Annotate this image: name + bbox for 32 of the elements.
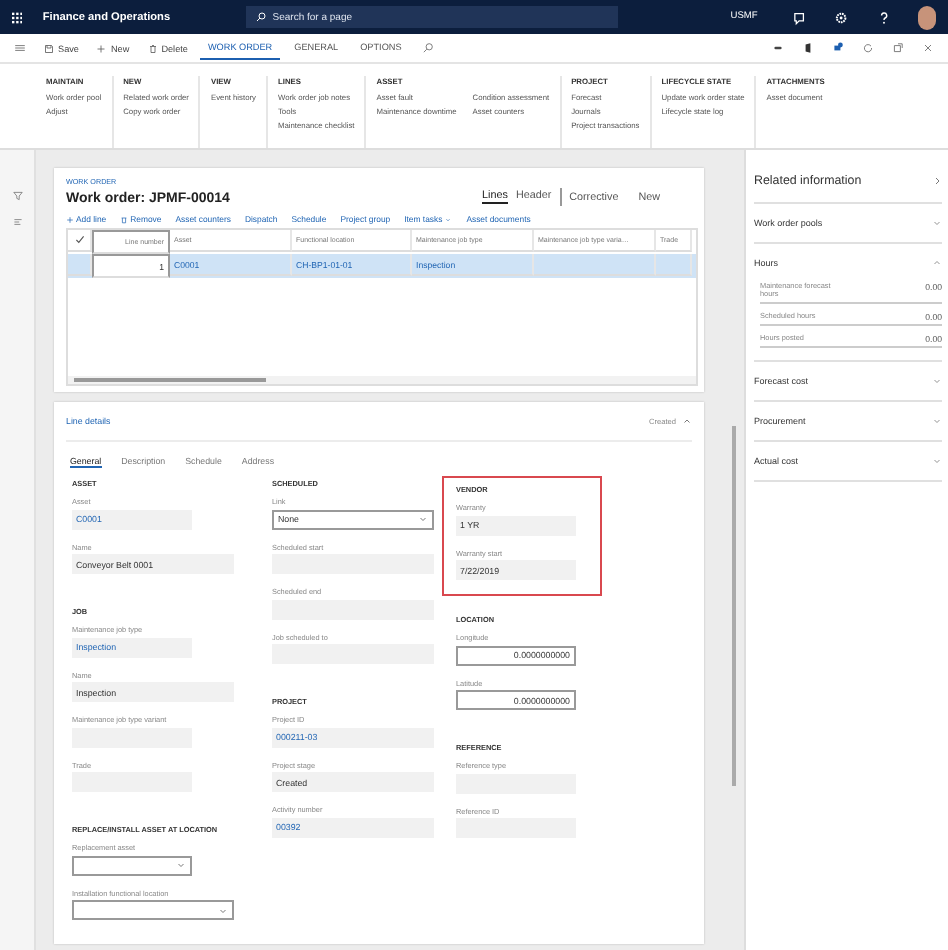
help-icon[interactable] [876, 9, 893, 25]
expand-caret-icon[interactable] [932, 375, 942, 386]
expand-caret-icon[interactable] [932, 258, 942, 268]
trash-icon [120, 215, 129, 223]
dropdown-field[interactable] [72, 900, 234, 920]
expand-caret-icon[interactable] [932, 455, 942, 466]
list-icon[interactable] [11, 216, 23, 228]
scrollbar-thumb[interactable] [732, 426, 736, 786]
expand-caret-icon[interactable] [932, 415, 942, 426]
expand-caret-icon[interactable] [932, 218, 942, 228]
chat-bubble-icon[interactable] [791, 9, 806, 25]
dropdown-field[interactable] [72, 855, 192, 875]
chevron-down-icon [176, 860, 186, 870]
app-launcher-icon[interactable] [12, 11, 23, 23]
save-icon [44, 43, 54, 53]
search-icon[interactable] [421, 42, 434, 54]
select-all-checkmark-icon[interactable] [73, 234, 85, 246]
plus-icon [66, 215, 74, 223]
refresh-icon[interactable] [862, 42, 874, 54]
open-in-new-window-icon[interactable] [892, 42, 904, 54]
plus-icon [96, 43, 107, 53]
avatar[interactable] [918, 5, 937, 29]
settings-icon[interactable] [833, 9, 849, 25]
search-icon [256, 12, 267, 22]
chevron-down-icon [218, 905, 228, 915]
notification-icon[interactable] [832, 42, 844, 54]
chevron-down-icon [418, 514, 428, 524]
scrollbar-thumb[interactable] [74, 378, 266, 382]
close-icon[interactable] [922, 42, 934, 54]
menu-icon[interactable] [14, 42, 26, 54]
trash-icon [147, 43, 158, 53]
filter-icon[interactable] [11, 190, 23, 202]
